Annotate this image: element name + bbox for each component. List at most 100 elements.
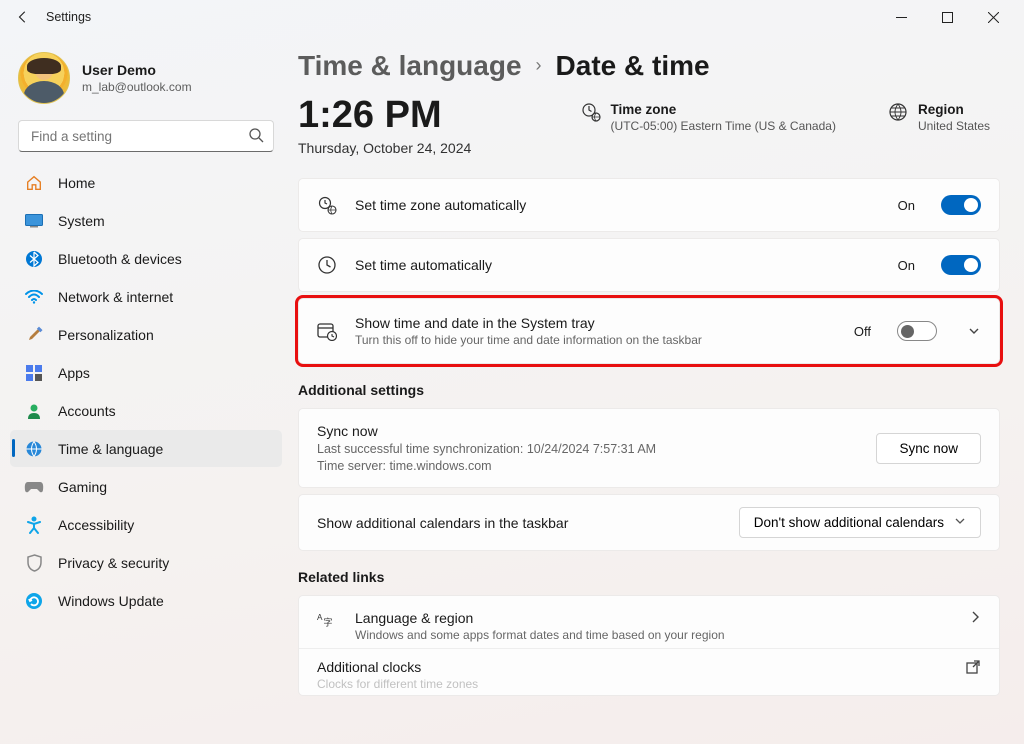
sync-title: Sync now — [317, 423, 858, 439]
nav-bluetooth[interactable]: Bluetooth & devices — [10, 240, 282, 277]
profile-block[interactable]: User Demo m_lab@outlook.com — [4, 44, 288, 120]
nav-gaming[interactable]: Gaming — [10, 468, 282, 505]
nav-accessibility[interactable]: Accessibility — [10, 506, 282, 543]
expand-button[interactable] — [967, 324, 981, 338]
row-desc: Clocks for different time zones — [317, 677, 947, 691]
minimize-button[interactable] — [878, 2, 924, 32]
gamepad-icon — [24, 477, 44, 497]
nav-label: Network & internet — [58, 289, 173, 305]
region-value: United States — [918, 119, 990, 133]
row-title: Additional clocks — [317, 659, 947, 675]
globe-icon — [888, 102, 908, 133]
search-wrap — [18, 120, 274, 152]
toggle-state: Off — [854, 324, 871, 339]
system-icon — [24, 211, 44, 231]
sync-server: Time server: time.windows.com — [317, 459, 858, 473]
apps-icon — [24, 363, 44, 383]
nav-label: Apps — [58, 365, 90, 381]
panel-auto-time: Set time automatically On — [298, 238, 1000, 292]
chevron-down-icon — [967, 324, 981, 338]
search-icon — [248, 127, 264, 148]
nav-network[interactable]: Network & internet — [10, 278, 282, 315]
info-row: 1:26 PM Thursday, October 24, 2024 Time … — [292, 96, 1000, 178]
user-name: User Demo — [82, 62, 192, 78]
panel-calendars: Show additional calendars in the taskbar… — [298, 494, 1000, 551]
toggle-auto-time[interactable] — [941, 255, 981, 275]
nav-label: System — [58, 213, 105, 229]
current-time: 1:26 PM — [298, 96, 471, 134]
nav-update[interactable]: Windows Update — [10, 582, 282, 619]
tz-title: Time zone — [611, 102, 836, 117]
sidebar: User Demo m_lab@outlook.com Home System … — [0, 34, 292, 744]
brush-icon — [24, 325, 44, 345]
nav-label: Gaming — [58, 479, 107, 495]
clock-icon — [317, 255, 337, 275]
nav-personalization[interactable]: Personalization — [10, 316, 282, 353]
maximize-button[interactable] — [924, 2, 970, 32]
avatar — [18, 52, 70, 104]
tz-value: (UTC-05:00) Eastern Time (US & Canada) — [611, 119, 836, 133]
close-icon — [988, 12, 999, 23]
toggle-state: On — [898, 258, 915, 273]
minimize-icon — [896, 12, 907, 23]
user-email: m_lab@outlook.com — [82, 80, 192, 94]
language-icon: A字 — [317, 610, 337, 630]
nav-privacy[interactable]: Privacy & security — [10, 544, 282, 581]
related-language-region[interactable]: A字 Language & region Windows and some ap… — [299, 596, 999, 648]
toggle-state: On — [898, 198, 915, 213]
title-bar: Settings — [0, 0, 1024, 34]
toggle-system-tray[interactable] — [897, 321, 937, 341]
bluetooth-icon — [24, 249, 44, 269]
toggle-auto-timezone[interactable] — [941, 195, 981, 215]
nav-label: Bluetooth & devices — [58, 251, 182, 267]
svg-text:A: A — [317, 613, 323, 622]
shield-icon — [24, 553, 44, 573]
globe-clock-icon — [24, 439, 44, 459]
taskbar-clock-icon — [317, 321, 337, 341]
nav-accounts[interactable]: Accounts — [10, 392, 282, 429]
breadcrumb-parent[interactable]: Time & language — [298, 50, 522, 82]
nav-label: Personalization — [58, 327, 154, 343]
related-additional-clocks[interactable]: Additional clocks Clocks for different t… — [299, 648, 999, 695]
nav-label: Accounts — [58, 403, 116, 419]
row-desc: Windows and some apps format dates and t… — [355, 628, 951, 642]
close-button[interactable] — [970, 2, 1016, 32]
current-date: Thursday, October 24, 2024 — [298, 140, 471, 156]
accessibility-icon — [24, 515, 44, 535]
panel-auto-timezone: Set time zone automatically On — [298, 178, 1000, 232]
sync-now-button[interactable]: Sync now — [876, 433, 981, 464]
window-title: Settings — [46, 10, 91, 24]
row-title: Language & region — [355, 610, 951, 626]
arrow-left-icon — [16, 10, 30, 24]
timezone-icon — [581, 102, 601, 133]
panel-related: A字 Language & region Windows and some ap… — [298, 595, 1000, 696]
chevron-right-icon: › — [536, 55, 542, 78]
svg-text:字: 字 — [323, 616, 332, 627]
search-input[interactable] — [18, 120, 274, 152]
row-label: Set time automatically — [355, 257, 880, 273]
dropdown-value: Don't show additional calendars — [754, 515, 944, 530]
nav-system[interactable]: System — [10, 202, 282, 239]
back-button[interactable] — [8, 2, 38, 32]
breadcrumb-current: Date & time — [556, 50, 710, 82]
chevron-down-icon — [954, 515, 966, 530]
row-label: Set time zone automatically — [355, 197, 880, 213]
nav-time-language[interactable]: Time & language — [10, 430, 282, 467]
nav-apps[interactable]: Apps — [10, 354, 282, 391]
nav: Home System Bluetooth & devices Network … — [4, 164, 288, 619]
nav-label: Home — [58, 175, 95, 191]
nav-home[interactable]: Home — [10, 164, 282, 201]
breadcrumb: Time & language › Date & time — [292, 40, 1000, 96]
nav-label: Privacy & security — [58, 555, 169, 571]
nav-label: Time & language — [58, 441, 163, 457]
update-icon — [24, 591, 44, 611]
maximize-icon — [942, 12, 953, 23]
panel-sync: Sync now Last successful time synchroniz… — [298, 408, 1000, 488]
sync-last: Last successful time synchronization: 10… — [317, 442, 858, 456]
home-icon — [24, 173, 44, 193]
nav-label: Accessibility — [58, 517, 134, 533]
region-title: Region — [918, 102, 990, 117]
section-related: Related links — [298, 569, 1000, 585]
row-label: Show additional calendars in the taskbar — [317, 515, 721, 531]
calendars-dropdown[interactable]: Don't show additional calendars — [739, 507, 981, 538]
